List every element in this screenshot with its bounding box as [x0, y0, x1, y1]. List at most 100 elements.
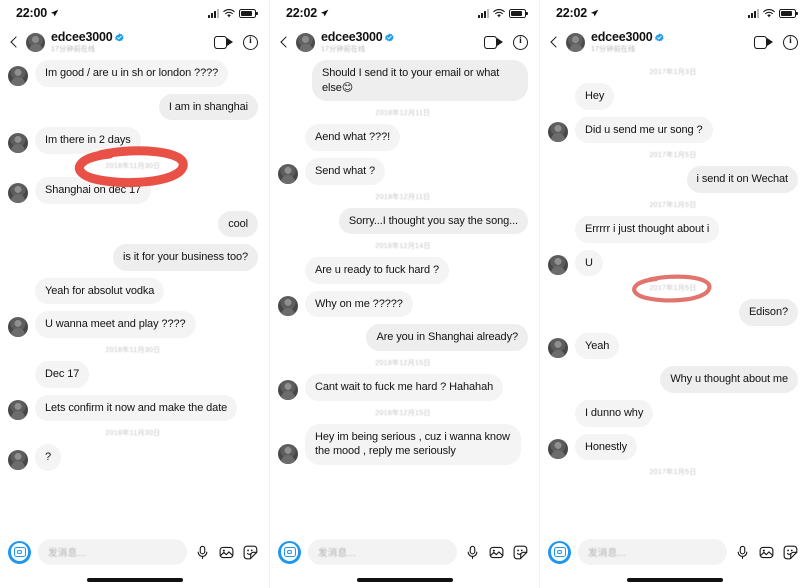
camera-icon[interactable]	[278, 540, 301, 564]
message-bubble[interactable]: Cant wait to fuck me hard ? Hahahah	[305, 374, 504, 401]
header-subtitle: 17分钟前在线	[321, 45, 366, 53]
message-row: Yeah	[548, 332, 798, 360]
header-avatar[interactable]	[566, 32, 585, 52]
message-bubble[interactable]: Hey	[575, 83, 615, 110]
message-bubble[interactable]: Yeah for absolut vodka	[35, 277, 165, 305]
message-avatar[interactable]	[278, 443, 298, 464]
message-row: is it for your business too?	[8, 244, 258, 271]
message-avatar[interactable]	[8, 317, 28, 337]
message-thread[interactable]: Should I send it to your email or what e…	[270, 58, 540, 532]
home-indicator	[540, 572, 810, 588]
status-bar: 22:02	[270, 0, 540, 26]
message-avatar[interactable]	[278, 163, 298, 184]
message-avatar[interactable]	[8, 65, 28, 86]
home-indicator-bar[interactable]	[627, 578, 723, 582]
camera-icon[interactable]	[8, 540, 31, 564]
header-username-row[interactable]: edcee3000	[591, 30, 664, 44]
microphone-icon[interactable]	[735, 545, 750, 560]
header-avatar[interactable]	[296, 32, 315, 52]
message-bubble[interactable]: Are u ready to fuck hard ?	[305, 257, 449, 284]
message-bubble[interactable]: Dec 17	[35, 361, 90, 388]
message-bubble[interactable]: Did u send me ur song ?	[575, 116, 713, 144]
header-avatar[interactable]	[26, 32, 45, 52]
microphone-icon[interactable]	[465, 545, 480, 560]
message-thread[interactable]: 2017年1月3日 Hey Did u send me ur song ? 2017年…	[540, 58, 810, 532]
back-chevron-icon[interactable]	[278, 35, 292, 49]
photo-library-icon[interactable]	[489, 545, 504, 560]
message-bubble[interactable]: i send it on Wechat	[686, 166, 798, 193]
video-camera-icon[interactable]	[484, 35, 503, 49]
wifi-icon	[493, 8, 505, 17]
message-bubble[interactable]: Are you in Shanghai already?	[366, 324, 528, 351]
status-bar: 22:02	[540, 0, 810, 26]
video-camera-icon[interactable]	[754, 35, 773, 49]
home-indicator-bar[interactable]	[87, 578, 183, 582]
message-avatar[interactable]	[278, 379, 298, 400]
message-row: Honestly	[548, 433, 798, 461]
message-bubble[interactable]: cool	[218, 210, 258, 238]
message-composer: 发消息...	[0, 532, 270, 572]
message-row: Yeah for absolut vodka	[8, 277, 258, 305]
message-thread[interactable]: Im good / are u in sh or london ???? I am…	[0, 58, 270, 532]
message-bubble[interactable]: Sorry...I thought you say the song...	[338, 207, 528, 235]
back-chevron-icon[interactable]	[8, 35, 22, 49]
message-input[interactable]: 发消息...	[308, 539, 457, 565]
info-icon[interactable]: i	[243, 34, 258, 50]
message-avatar[interactable]	[548, 338, 568, 359]
message-bubble[interactable]: I am in shanghai	[158, 93, 258, 121]
message-bubble[interactable]: Im there in 2 days	[35, 127, 141, 154]
sticker-icon[interactable]	[783, 545, 798, 560]
header-username-row[interactable]: edcee3000	[51, 30, 124, 44]
info-icon[interactable]: i	[513, 34, 528, 50]
sticker-icon[interactable]	[513, 545, 528, 560]
message-avatar[interactable]	[548, 122, 568, 143]
message-bubble[interactable]: Aend what ???!	[305, 124, 401, 151]
message-bubble[interactable]: Errrrr i just thought about i	[575, 215, 720, 243]
message-row: Edison?	[548, 299, 798, 326]
message-composer: 发消息...	[540, 532, 810, 572]
video-camera-icon[interactable]	[214, 35, 233, 49]
message-bubble[interactable]: is it for your business too?	[113, 244, 258, 271]
location-arrow-icon	[320, 9, 329, 17]
screen-left: 22:00 edcee3000 17分钟前在线 i Im good / are …	[0, 0, 270, 588]
message-bubble[interactable]: Im good / are u in sh or london ????	[35, 60, 229, 87]
message-bubble[interactable]: Should I send it to your email or what e…	[312, 60, 528, 102]
message-bubble[interactable]: ?	[35, 444, 62, 471]
message-bubble[interactable]: Lets confirm it now and make the date	[35, 394, 238, 422]
message-avatar[interactable]	[278, 296, 298, 317]
message-bubble[interactable]: Edison?	[738, 299, 798, 326]
message-bubble[interactable]: Honestly	[575, 433, 637, 461]
camera-icon[interactable]	[548, 540, 571, 564]
message-row: Did u send me ur song ?	[548, 116, 798, 144]
info-icon[interactable]: i	[783, 34, 798, 50]
message-row: Sorry...I thought you say the song...	[278, 207, 528, 235]
message-bubble[interactable]: U wanna meet and play ????	[35, 311, 196, 338]
message-bubble[interactable]: Why u thought about me	[660, 366, 798, 393]
message-bubble[interactable]: Send what ?	[305, 157, 386, 185]
message-bubble[interactable]: Why on me ?????	[305, 290, 413, 318]
message-bubble[interactable]: Hey im being serious , cuz i wanna know …	[305, 423, 521, 465]
message-input[interactable]: 发消息...	[38, 539, 187, 565]
message-input-placeholder: 发消息...	[588, 548, 627, 559]
header-username-row[interactable]: edcee3000	[321, 30, 394, 44]
sticker-icon[interactable]	[243, 545, 258, 560]
message-input[interactable]: 发消息...	[578, 539, 727, 565]
photo-library-icon[interactable]	[759, 545, 774, 560]
back-chevron-icon[interactable]	[548, 35, 562, 49]
day-separator: 2018年12月11日	[375, 193, 431, 201]
photo-library-icon[interactable]	[219, 545, 234, 560]
message-avatar[interactable]	[8, 400, 28, 421]
message-avatar[interactable]	[8, 182, 28, 203]
message-bubble[interactable]: U	[575, 249, 603, 277]
message-avatar[interactable]	[548, 439, 568, 460]
message-row: Im there in 2 days	[8, 127, 258, 154]
message-bubble[interactable]: I dunno why	[575, 400, 654, 427]
home-indicator-bar[interactable]	[357, 578, 453, 582]
message-avatar[interactable]	[548, 255, 568, 276]
message-row: U	[548, 249, 798, 277]
message-bubble[interactable]: Shanghai on dec 17	[35, 176, 152, 204]
message-avatar[interactable]	[8, 132, 28, 153]
message-avatar[interactable]	[8, 449, 28, 470]
message-bubble[interactable]: Yeah	[575, 332, 620, 360]
microphone-icon[interactable]	[195, 545, 210, 560]
